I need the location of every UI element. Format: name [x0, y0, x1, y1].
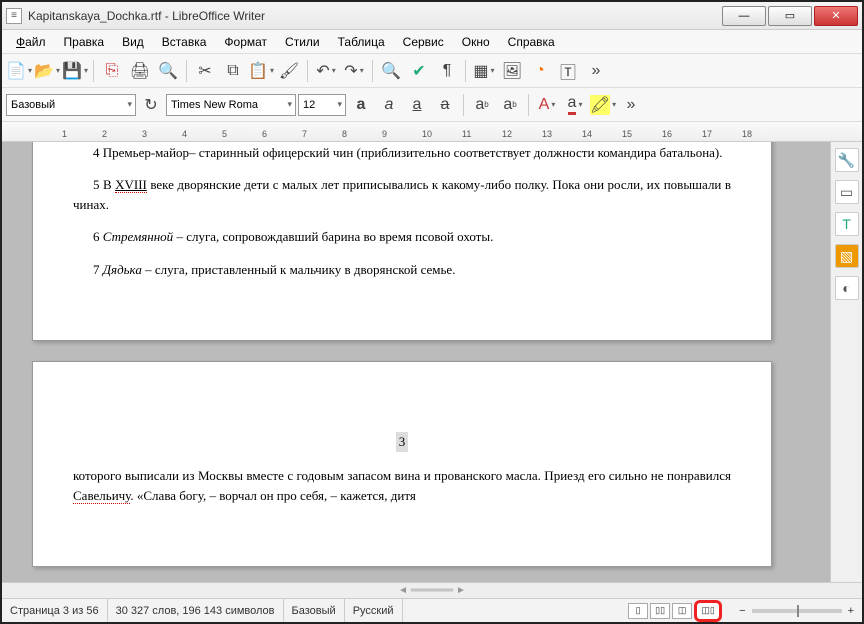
spellcheck-button[interactable]: ✔ [406, 58, 432, 84]
page-number: 3 [396, 432, 409, 452]
statusbar: Страница 3 из 56 30 327 слов, 196 143 си… [2, 598, 862, 622]
maximize-button[interactable]: ▭ [768, 6, 812, 26]
menu-window[interactable]: Окно [454, 33, 498, 51]
sidebar-gallery-icon[interactable]: ▧ [835, 244, 859, 268]
standard-toolbar: 📄 📂 💾 ⎘ 🖨 🔍 ✂ ⧉ 📋 🖌 ↶ ↷ 🔍 ✔ ¶ ▦ 🖼 ◔ 🅃 » [2, 54, 862, 88]
menu-view[interactable]: Вид [114, 33, 152, 51]
horizontal-ruler[interactable]: 12 34 56 78 910 1112 1314 1516 1718 [2, 122, 862, 142]
underline-button[interactable]: a [404, 92, 430, 118]
page-content-next[interactable]: 3 которого выписали из Москвы вместе с г… [32, 361, 772, 567]
formatting-toolbar: Базовый ↻ Times New Roma 12 a a a a ab a… [2, 88, 862, 122]
new-button[interactable]: 📄 [6, 58, 32, 84]
clone-format-button[interactable]: 🖌 [276, 58, 302, 84]
menubar: Файл Правка Вид Вставка Формат Стили Таб… [2, 30, 862, 54]
menu-insert[interactable]: Вставка [154, 33, 215, 51]
status-wordcount[interactable]: 30 327 слов, 196 143 символов [108, 599, 284, 622]
export-pdf-button[interactable]: ⎘ [99, 58, 125, 84]
horizontal-scrollbar[interactable]: ◄ ══════ ► [2, 582, 862, 598]
redo-button[interactable]: ↷ [341, 58, 367, 84]
sidebar: 🔧 ▭ T ▧ ◐ [830, 142, 862, 582]
status-style[interactable]: Базовый [284, 599, 345, 622]
view-book-highlighted-button[interactable]: ◫▯ [694, 600, 722, 622]
strike-button[interactable]: a [432, 92, 458, 118]
menu-format[interactable]: Формат [216, 33, 275, 51]
chart-button[interactable]: ◔ [527, 58, 553, 84]
document-area: 4 Премьер-майор– старинный офицерский чи… [2, 142, 862, 582]
more-format-button[interactable]: » [618, 92, 644, 118]
zoom-in-button[interactable]: + [848, 605, 854, 617]
page-content[interactable]: 4 Премьер-майор– старинный офицерский чи… [32, 142, 772, 341]
sidebar-properties-icon[interactable]: 🔧 [835, 148, 859, 172]
cut-button[interactable]: ✂ [192, 58, 218, 84]
nonprinting-button[interactable]: ¶ [434, 58, 460, 84]
menu-table[interactable]: Таблица [330, 33, 393, 51]
paragraph-style-combo[interactable]: Базовый [6, 94, 136, 116]
window-title: Kapitanskaya_Dochka.rtf - LibreOffice Wr… [28, 9, 722, 23]
sidebar-styles-icon[interactable]: T [835, 212, 859, 236]
app-icon: ≡ [6, 8, 22, 24]
open-button[interactable]: 📂 [34, 58, 60, 84]
save-button[interactable]: 💾 [62, 58, 88, 84]
zoom-out-button[interactable]: − [739, 605, 745, 617]
print-button[interactable]: 🖨 [127, 58, 153, 84]
sidebar-navigator-icon[interactable]: ◐ [835, 276, 859, 300]
zoom-slider[interactable] [752, 609, 842, 613]
update-style-button[interactable]: ↻ [138, 92, 164, 118]
view-multi-button[interactable]: ▯▯ [650, 603, 670, 619]
sidebar-page-icon[interactable]: ▭ [835, 180, 859, 204]
font-size-combo[interactable]: 12 [298, 94, 346, 116]
find-button[interactable]: 🔍 [378, 58, 404, 84]
minimize-button[interactable]: — [722, 6, 766, 26]
view-single-button[interactable]: ▯ [628, 603, 648, 619]
menu-tools[interactable]: Сервис [395, 33, 452, 51]
footnote-4: 4 Премьер-майор– старинный офицерский чи… [93, 145, 723, 160]
more-button[interactable]: » [583, 58, 609, 84]
font-name-combo[interactable]: Times New Roma [166, 94, 296, 116]
menu-help[interactable]: Справка [500, 33, 563, 51]
copy-button[interactable]: ⧉ [220, 58, 246, 84]
highlight-button[interactable]: 🖍 [590, 92, 616, 118]
status-page[interactable]: Страница 3 из 56 [2, 599, 108, 622]
view-book-button[interactable]: ◫ [672, 603, 692, 619]
italic-button[interactable]: a [376, 92, 402, 118]
undo-button[interactable]: ↶ [313, 58, 339, 84]
paste-button[interactable]: 📋 [248, 58, 274, 84]
menu-file[interactable]: Файл [8, 33, 54, 51]
font-color-button[interactable]: a [562, 92, 588, 118]
menu-styles[interactable]: Стили [277, 33, 328, 51]
clear-format-button[interactable]: A [534, 92, 560, 118]
menu-edit[interactable]: Правка [56, 33, 113, 51]
close-button[interactable]: ✕ [814, 6, 858, 26]
titlebar: ≡ Kapitanskaya_Dochka.rtf - LibreOffice … [2, 2, 862, 30]
status-language[interactable]: Русский [345, 599, 403, 622]
table-button[interactable]: ▦ [471, 58, 497, 84]
page-scroll[interactable]: 4 Премьер-майор– старинный офицерский чи… [2, 142, 830, 582]
print-preview-button[interactable]: 🔍 [155, 58, 181, 84]
bold-button[interactable]: a [348, 92, 374, 118]
superscript-button[interactable]: ab [469, 92, 495, 118]
textbox-button[interactable]: 🅃 [555, 58, 581, 84]
image-button[interactable]: 🖼 [499, 58, 525, 84]
subscript-button[interactable]: ab [497, 92, 523, 118]
